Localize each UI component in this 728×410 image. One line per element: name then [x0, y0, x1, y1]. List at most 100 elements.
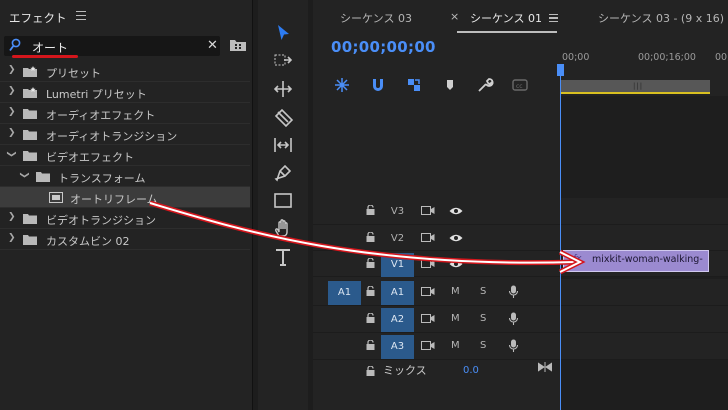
mute-button[interactable]: M — [451, 340, 460, 351]
go-to-start-icon[interactable] — [538, 362, 552, 372]
lock-icon[interactable] — [366, 205, 375, 215]
solo-button[interactable]: S — [480, 286, 486, 297]
playhead-line[interactable] — [560, 64, 561, 410]
time-ruler[interactable]: 00;00 00;00;16;00 00;0 ||| — [560, 46, 728, 96]
mix-track-label: ミックス — [383, 364, 427, 377]
linked-selection-icon[interactable] — [405, 76, 423, 94]
tree-item-transform[interactable]: ❯ トランスフォーム — [0, 166, 250, 187]
mix-volume-value[interactable]: 0.0 — [463, 365, 479, 376]
hand-tool-icon[interactable] — [272, 218, 294, 240]
track-label[interactable]: V2 — [381, 227, 414, 251]
track-a3[interactable]: A3 M S — [313, 333, 728, 360]
panel-menu-icon[interactable] — [76, 11, 86, 20]
solo-button[interactable]: S — [480, 340, 486, 351]
chevron-down-icon[interactable]: ❯ — [6, 150, 16, 158]
track-a1[interactable]: A1 A1 M S — [313, 279, 728, 306]
add-marker-icon[interactable] — [441, 76, 459, 94]
sync-lock-icon[interactable] — [421, 341, 435, 350]
lock-icon[interactable] — [366, 313, 375, 323]
track-label[interactable]: A1 — [381, 281, 414, 305]
star-folder-icon — [23, 66, 37, 77]
chevron-right-icon[interactable]: ❯ — [8, 86, 16, 96]
track-select-tool-icon[interactable] — [272, 50, 294, 72]
chevron-right-icon[interactable]: ❯ — [8, 128, 16, 138]
nest-sequence-icon[interactable] — [333, 76, 351, 94]
razor-tool-icon[interactable] — [272, 106, 294, 128]
tree-item-audio-effects[interactable]: ❯ オーディオエフェクト — [0, 103, 250, 124]
track-label[interactable]: V1 — [381, 253, 414, 277]
tree-item-auto-reframe[interactable]: オートリフレーム — [0, 187, 250, 208]
track-label[interactable]: A2 — [381, 308, 414, 332]
mute-button[interactable]: M — [451, 286, 460, 297]
tab-sequence-01[interactable]: シーケンス 01 — [470, 10, 542, 26]
microphone-icon[interactable] — [509, 339, 518, 353]
mute-button[interactable]: M — [451, 313, 460, 324]
eye-icon[interactable] — [449, 234, 463, 242]
selection-tool-icon[interactable] — [272, 22, 294, 44]
playhead-handle[interactable] — [557, 64, 564, 76]
chevron-right-icon[interactable]: ❯ — [8, 65, 16, 75]
tree-item-video-transitions[interactable]: ❯ ビデオトランジション — [0, 208, 250, 229]
tab-sequence-03[interactable]: シーケンス 03 — [340, 10, 412, 26]
sync-lock-icon[interactable] — [421, 206, 435, 215]
tree-item-audio-transitions[interactable]: ❯ オーディオトランジション — [0, 124, 250, 145]
chevron-right-icon[interactable]: ❯ — [8, 212, 16, 222]
tree-item-label: オートリフレーム — [70, 193, 158, 206]
tree-item-lumetri-presets[interactable]: ❯ Lumetri プリセット — [0, 82, 250, 103]
type-tool-icon[interactable] — [272, 246, 294, 268]
track-a2[interactable]: A2 M S — [313, 306, 728, 333]
tree-item-presets[interactable]: ❯ プリセット — [0, 61, 250, 82]
clip-name: mixkit-woman-walking- — [592, 254, 703, 265]
eye-icon[interactable] — [449, 207, 463, 215]
snap-icon[interactable] — [369, 76, 387, 94]
microphone-icon[interactable] — [509, 312, 518, 326]
slip-tool-icon[interactable] — [272, 134, 294, 156]
track-v2[interactable]: V2 — [313, 225, 728, 251]
rectangle-tool-icon[interactable] — [272, 190, 294, 212]
ripple-edit-tool-icon[interactable] — [272, 78, 294, 100]
effects-panel-title[interactable]: エフェクト — [9, 10, 67, 26]
microphone-icon[interactable] — [509, 285, 518, 299]
search-input[interactable]: オート — [32, 39, 68, 56]
panel-menu-icon[interactable] — [549, 14, 558, 22]
tree-item-label: オーディオエフェクト — [46, 109, 156, 122]
tree-item-label: プリセット — [46, 67, 101, 80]
wrench-icon[interactable] — [476, 76, 494, 94]
tree-item-label: オーディオトランジション — [46, 130, 178, 143]
source-patch-a1[interactable]: A1 — [328, 281, 361, 305]
chevron-down-icon[interactable]: ❯ — [19, 171, 29, 179]
lock-icon[interactable] — [366, 232, 375, 242]
eye-icon[interactable] — [449, 260, 463, 268]
sync-lock-icon[interactable] — [421, 233, 435, 242]
solo-button[interactable]: S — [480, 313, 486, 324]
sync-lock-icon[interactable] — [421, 259, 435, 268]
ruler-label: 00;00 — [562, 52, 590, 63]
tree-item-video-effects[interactable]: ❯ ビデオエフェクト — [0, 145, 250, 166]
track-label[interactable]: A3 — [381, 335, 414, 359]
new-bin-icon[interactable] — [229, 38, 247, 52]
close-icon[interactable]: × — [450, 10, 459, 23]
chevron-right-icon[interactable]: ❯ — [8, 233, 16, 243]
track-label[interactable]: V3 — [381, 200, 414, 224]
work-area-grip-icon[interactable]: ||| — [633, 82, 643, 90]
lock-icon[interactable] — [366, 340, 375, 350]
sync-lock-icon[interactable] — [421, 314, 435, 323]
pen-tool-icon[interactable] — [272, 162, 294, 184]
clear-search-icon[interactable]: ✕ — [207, 38, 218, 53]
sync-lock-icon[interactable] — [421, 287, 435, 296]
tab-sequence-03-9x16[interactable]: シーケンス 03 - (9 x 16) — [598, 10, 724, 26]
tree-item-label: ビデオエフェクト — [46, 151, 134, 164]
captions-icon[interactable]: cc — [511, 76, 529, 94]
tree-item-custom-bin[interactable]: ❯ カスタムビン 02 — [0, 229, 250, 250]
chevron-right-icon[interactable]: ❯ — [8, 107, 16, 117]
playhead-timecode[interactable]: 00;00;00;00 — [331, 38, 436, 56]
track-v3[interactable]: V3 — [313, 198, 728, 225]
effects-search[interactable]: オート ✕ — [4, 36, 220, 56]
folder-icon — [23, 151, 37, 161]
lock-icon[interactable] — [366, 286, 375, 296]
lock-icon[interactable] — [366, 258, 375, 268]
active-tab-indicator — [457, 31, 557, 33]
lock-icon[interactable] — [366, 366, 375, 376]
folder-icon — [23, 214, 37, 224]
video-clip[interactable]: fx mixkit-woman-walking- — [563, 250, 709, 272]
